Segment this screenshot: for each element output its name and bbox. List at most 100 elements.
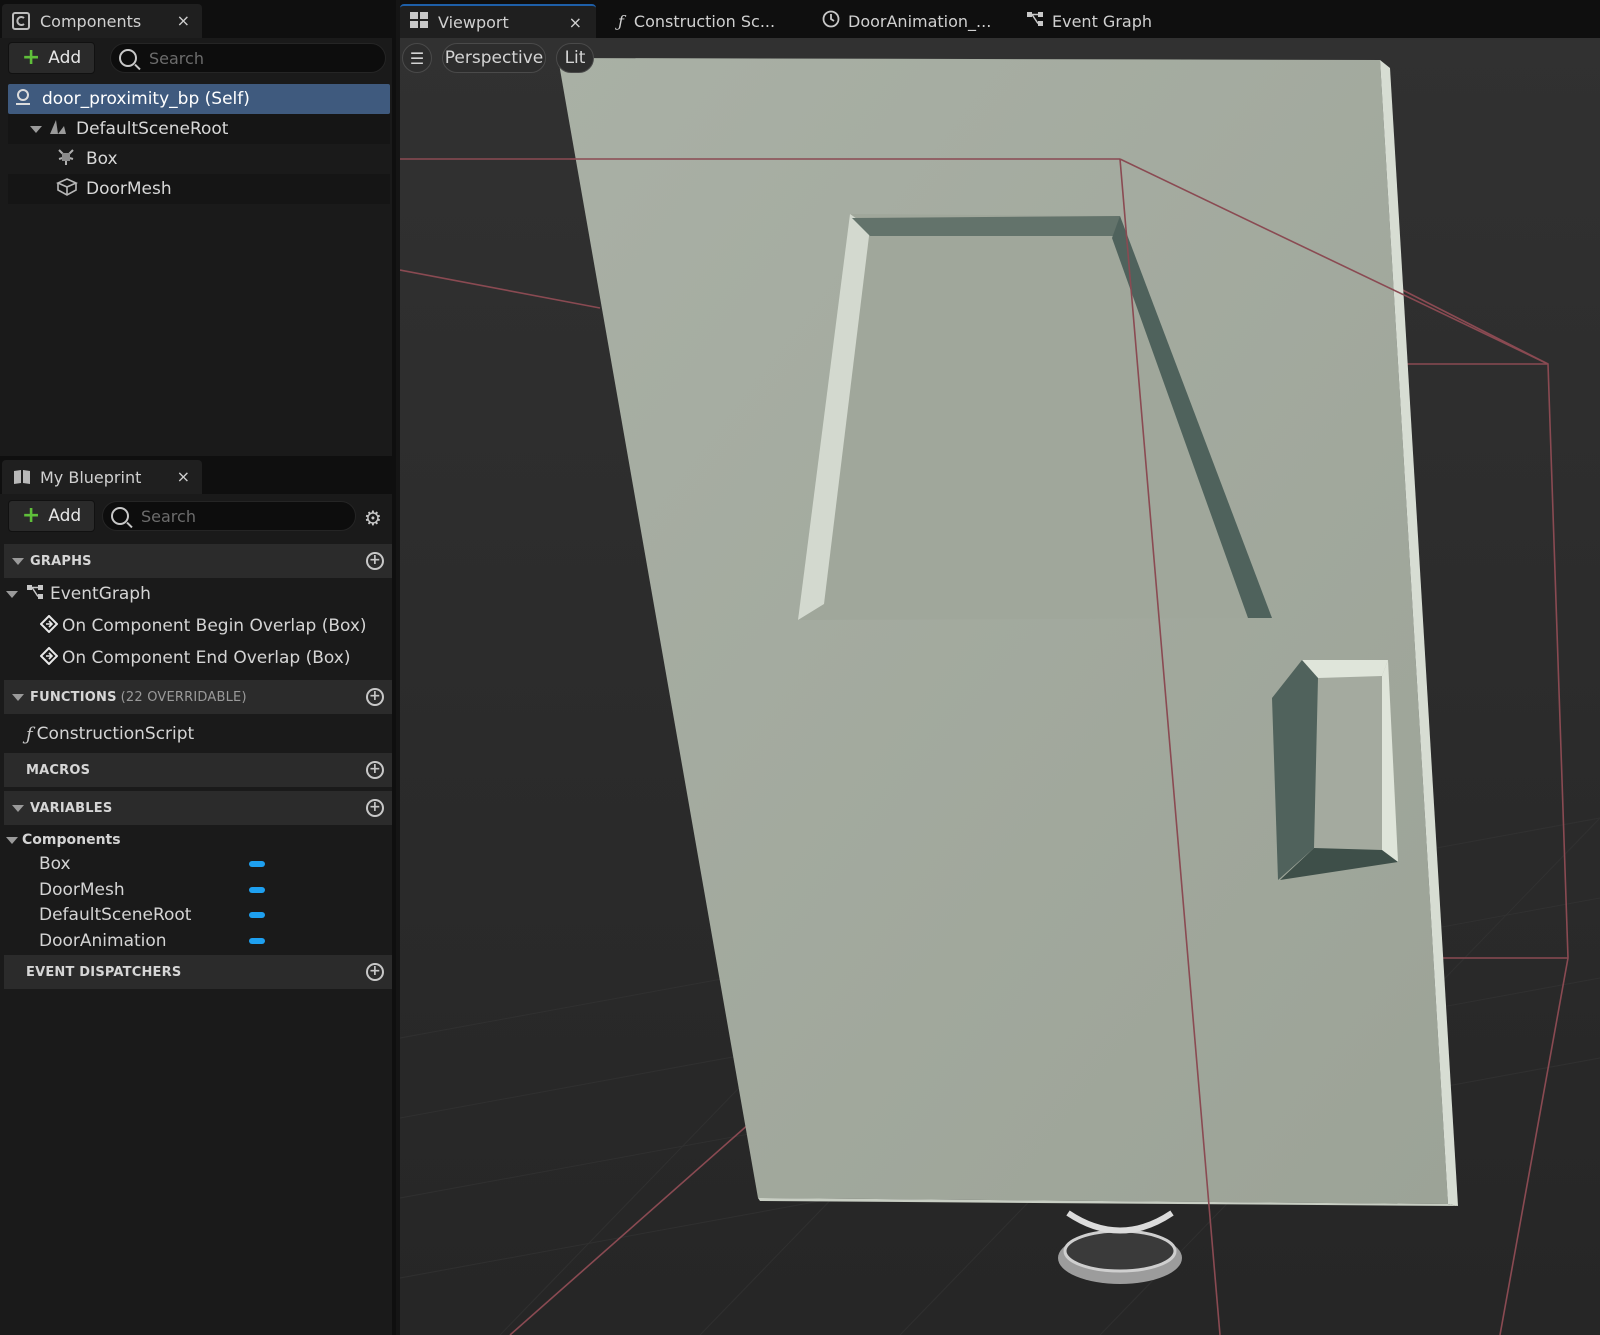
tree-item-box-label: Box bbox=[86, 149, 118, 169]
myblueprint-tabbar: My Blueprint × bbox=[0, 456, 396, 494]
variable-item-doormesh[interactable]: DoorMesh bbox=[0, 876, 390, 904]
plus-icon: + bbox=[21, 45, 41, 70]
add-component-button[interactable]: + Add bbox=[8, 42, 95, 74]
section-functions-label: FUNCTIONS bbox=[30, 689, 117, 705]
components-search[interactable] bbox=[110, 43, 386, 73]
tab-my-blueprint-label: My Blueprint bbox=[40, 467, 142, 487]
add-label: Add bbox=[48, 506, 82, 526]
section-functions[interactable]: FUNCTIONS (22 OVERRIDABLE) + bbox=[4, 680, 392, 714]
variable-type-pill bbox=[249, 861, 265, 867]
tab-viewport[interactable]: Viewport × bbox=[400, 4, 596, 38]
section-graphs[interactable]: GRAPHS + bbox=[4, 544, 392, 578]
variable-item-default-scene-root-label: DefaultSceneRoot bbox=[39, 905, 192, 925]
left-column: Components × + Add door_proximity_bp (Se… bbox=[0, 0, 396, 1335]
variable-item-door-animation[interactable]: DoorAnimation bbox=[0, 927, 390, 955]
blueprint-self-icon bbox=[14, 88, 32, 111]
viewport-scene[interactable] bbox=[400, 38, 1600, 1335]
box-collision-icon bbox=[56, 147, 76, 172]
scene-root-icon bbox=[48, 118, 68, 141]
event-graph-icon bbox=[26, 583, 44, 606]
tab-my-blueprint[interactable]: My Blueprint × bbox=[2, 460, 202, 494]
function-icon: ƒ bbox=[26, 723, 33, 745]
section-event-dispatchers-label: EVENT DISPATCHERS bbox=[26, 964, 182, 980]
components-search-input[interactable] bbox=[149, 48, 349, 68]
section-variables[interactable]: VARIABLES + bbox=[4, 791, 392, 825]
collapse-arrow-icon bbox=[6, 836, 18, 844]
tree-item-default-scene-root-label: DefaultSceneRoot bbox=[76, 119, 229, 139]
function-item-construction-script[interactable]: ƒ ConstructionScript bbox=[26, 720, 194, 748]
variable-type-pill bbox=[249, 887, 265, 893]
clock-icon bbox=[822, 10, 840, 32]
function-icon: ƒ bbox=[618, 11, 624, 31]
section-macros[interactable]: MACROS + bbox=[4, 753, 392, 787]
add-event-dispatcher-icon[interactable]: + bbox=[366, 963, 384, 981]
event-node-icon bbox=[39, 614, 59, 638]
search-icon bbox=[111, 507, 129, 525]
tab-construction-script-label: Construction Sc... bbox=[633, 11, 776, 31]
myblueprint-search-input[interactable] bbox=[141, 506, 341, 526]
tab-components[interactable]: Components × bbox=[2, 4, 202, 38]
tab-door-animation[interactable]: DoorAnimation_... bbox=[812, 4, 1001, 38]
tab-door-animation-label: DoorAnimation_... bbox=[848, 11, 992, 31]
viewport-icon bbox=[410, 12, 428, 32]
add-variable-icon[interactable]: + bbox=[366, 799, 384, 817]
tab-components-label: Components bbox=[40, 11, 142, 31]
graph-item-eventgraph[interactable]: EventGraph bbox=[6, 580, 151, 608]
section-macros-label: MACROS bbox=[26, 762, 91, 778]
add-macro-icon[interactable]: + bbox=[366, 761, 384, 779]
add-label: Add bbox=[48, 48, 82, 68]
perspective-button[interactable]: Perspective bbox=[442, 43, 546, 73]
lit-button[interactable]: Lit bbox=[556, 43, 594, 73]
plus-icon: + bbox=[21, 503, 41, 528]
event-item-begin-overlap-label: On Component Begin Overlap (Box) bbox=[62, 616, 367, 636]
variable-item-box[interactable]: Box bbox=[0, 850, 390, 878]
close-icon[interactable]: × bbox=[177, 467, 190, 486]
components-toolbar: + Add bbox=[0, 38, 396, 78]
variable-type-pill bbox=[249, 912, 265, 918]
section-event-dispatchers[interactable]: EVENT DISPATCHERS + bbox=[4, 955, 392, 989]
section-variables-label: VARIABLES bbox=[30, 800, 113, 816]
myblueprint-search[interactable] bbox=[102, 501, 356, 531]
tree-item-self[interactable]: door_proximity_bp (Self) bbox=[8, 84, 390, 114]
tab-event-graph[interactable]: Event Graph bbox=[1016, 4, 1162, 38]
graph-item-eventgraph-label: EventGraph bbox=[50, 584, 151, 604]
collapse-arrow-icon bbox=[30, 125, 42, 133]
tab-event-graph-label: Event Graph bbox=[1052, 11, 1152, 31]
static-mesh-icon bbox=[56, 177, 78, 202]
editor-tabbar: Viewport × ƒ Construction Sc... DoorAnim… bbox=[400, 0, 1600, 38]
variable-type-pill bbox=[249, 938, 265, 944]
viewport[interactable] bbox=[400, 38, 1600, 1335]
components-icon bbox=[12, 12, 30, 30]
event-item-end-overlap-label: On Component End Overlap (Box) bbox=[62, 648, 351, 668]
variable-item-doormesh-label: DoorMesh bbox=[39, 880, 125, 900]
search-icon bbox=[119, 49, 137, 67]
event-item-begin-overlap[interactable]: On Component Begin Overlap (Box) bbox=[39, 612, 367, 640]
tab-viewport-label: Viewport bbox=[438, 12, 509, 32]
gear-icon[interactable]: ⚙ bbox=[364, 506, 382, 530]
tab-construction-script[interactable]: ƒ Construction Sc... bbox=[608, 4, 785, 38]
lit-label: Lit bbox=[564, 48, 586, 68]
components-tabbar: Components × bbox=[0, 0, 396, 38]
variable-item-box-label: Box bbox=[39, 854, 71, 874]
section-functions-count: (22 OVERRIDABLE) bbox=[120, 689, 247, 705]
collapse-arrow-icon bbox=[12, 804, 24, 812]
event-graph-icon bbox=[1026, 10, 1044, 32]
collapse-arrow-icon bbox=[12, 557, 24, 565]
close-icon[interactable]: × bbox=[569, 13, 582, 32]
tree-item-default-scene-root[interactable]: DefaultSceneRoot bbox=[8, 114, 390, 144]
tree-item-doormesh[interactable]: DoorMesh bbox=[8, 174, 390, 204]
tree-item-box[interactable]: Box bbox=[8, 144, 390, 174]
add-member-button[interactable]: + Add bbox=[8, 500, 95, 532]
tree-item-doormesh-label: DoorMesh bbox=[86, 179, 172, 199]
event-item-end-overlap[interactable]: On Component End Overlap (Box) bbox=[39, 644, 351, 672]
add-function-icon[interactable]: + bbox=[366, 688, 384, 706]
close-icon[interactable]: × bbox=[177, 11, 190, 30]
collapse-arrow-icon bbox=[12, 693, 24, 701]
add-graph-icon[interactable]: + bbox=[366, 552, 384, 570]
myblueprint-toolbar: + Add ⚙ bbox=[0, 496, 396, 536]
viewport-options-button[interactable]: ☰ bbox=[402, 43, 432, 73]
function-item-construction-script-label: ConstructionScript bbox=[36, 724, 195, 744]
section-graphs-label: GRAPHS bbox=[30, 553, 92, 569]
variable-item-default-scene-root[interactable]: DefaultSceneRoot bbox=[0, 901, 390, 929]
collapse-arrow-icon bbox=[6, 590, 18, 598]
